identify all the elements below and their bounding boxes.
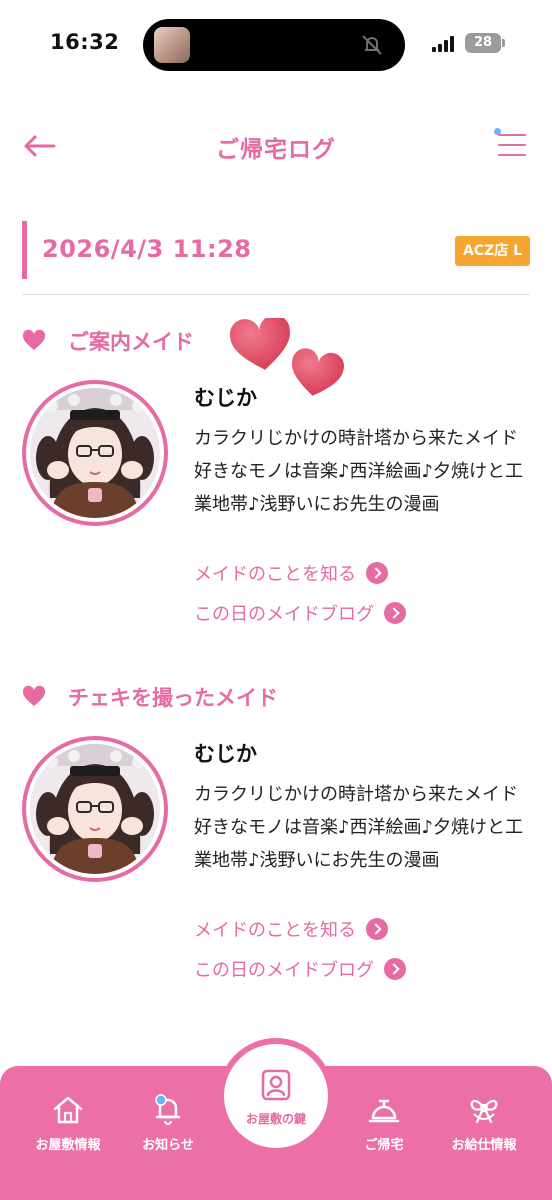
silent-bell-slash-icon [362, 35, 382, 55]
nav-label: お給仕情報 [451, 1138, 517, 1153]
visit-datetime: 2026/4/3 11:28 [42, 235, 252, 263]
maid-blog-link-label: この日のメイドブログ [194, 960, 374, 981]
store-badge: ACZ店 L [454, 236, 530, 266]
maid-intro-line: 好きなモノは音楽♪西洋絵画♪夕焼けと工業地帯♪浅野いにお先生の漫画 [194, 461, 523, 515]
page-title: ご帰宅ログ [216, 137, 336, 163]
section-title: ご案内メイド [68, 330, 194, 354]
maid-intro-line: カラクリじかけの時計塔から来たメイド [194, 784, 518, 805]
nav-label: お知らせ [142, 1138, 194, 1153]
maid-profile-link[interactable]: メイドのことを知る [194, 560, 388, 586]
maid-photo [30, 744, 160, 874]
status-bar: 16:32 28 [0, 0, 552, 92]
chevron-right-icon [384, 958, 406, 980]
divider [22, 294, 530, 295]
maid-portrait-illustration [30, 744, 160, 874]
maid-profile-link-label: メイドのことを知る [194, 564, 356, 585]
battery-indicator: 28 [465, 33, 501, 53]
bell-icon [155, 1094, 181, 1126]
status-time: 16:32 [50, 30, 120, 54]
heart-icon [22, 329, 46, 350]
nav-label: お屋敷の鍵 [245, 1112, 306, 1126]
chevron-right-icon [384, 602, 406, 624]
nav-label: お屋敷情報 [35, 1138, 101, 1153]
visit-date-section: 2026/4/3 11:28 ACZ店 L [22, 221, 530, 279]
cellular-signal-icon [432, 36, 458, 52]
nav-item-return-home[interactable]: ご帰宅 [334, 1094, 434, 1153]
maid-profile-link[interactable]: メイドのことを知る [194, 916, 388, 942]
section-title: チェキを撮ったメイド [68, 686, 278, 710]
maid-avatar[interactable] [22, 380, 168, 526]
heart-icon [22, 685, 46, 706]
app-header: ご帰宅ログ [0, 110, 552, 180]
maid-photo [30, 388, 160, 518]
maid-name: むじか [194, 386, 257, 410]
maid-intro-line: 好きなモノは音楽♪西洋絵画♪夕焼けと工業地帯♪浅野いにお先生の漫画 [194, 817, 523, 871]
maid-introduction: カラクリじかけの時計塔から来たメイド 好きなモノは音楽♪西洋絵画♪夕焼けと工業地… [194, 778, 534, 877]
maid-profile-link-label: メイドのことを知る [194, 920, 356, 941]
battery-cap [502, 39, 505, 47]
date-accent-bar [22, 221, 27, 279]
nav-item-mansion-info[interactable]: お屋敷情報 [18, 1094, 118, 1153]
dynamic-island[interactable] [143, 19, 405, 71]
chevron-right-icon [366, 918, 388, 940]
nav-item-service-info[interactable]: お給仕情報 [434, 1094, 534, 1153]
maid-intro-line: カラクリじかけの時計塔から来たメイド [194, 428, 518, 449]
maid-card: むじか カラクリじかけの時計塔から来たメイド 好きなモノは音楽♪西洋絵画♪夕焼け… [22, 380, 534, 650]
nav-item-news[interactable]: お知らせ [118, 1094, 218, 1153]
maid-blog-link-label: この日のメイドブログ [194, 604, 374, 625]
maid-portrait-illustration [30, 388, 160, 518]
maid-introduction: カラクリじかけの時計塔から来たメイド 好きなモノは音楽♪西洋絵画♪夕焼けと工業地… [194, 422, 534, 521]
nav-label: ご帰宅 [364, 1138, 404, 1153]
service-bell-icon [368, 1099, 400, 1123]
chevron-right-icon [366, 562, 388, 584]
now-playing-thumbnail [154, 27, 190, 63]
nav-item-mansion-key[interactable]: お屋敷の鍵 [218, 1038, 334, 1154]
member-card-icon [261, 1069, 291, 1101]
hamburger-menu-button[interactable] [494, 126, 530, 162]
maid-card: むじか カラクリじかけの時計塔から来たメイド 好きなモノは音楽♪西洋絵画♪夕焼け… [22, 736, 534, 1006]
ribbon-icon [470, 1099, 498, 1124]
maid-name: むじか [194, 742, 257, 766]
maid-blog-link[interactable]: この日のメイドブログ [194, 956, 406, 982]
maid-avatar[interactable] [22, 736, 168, 882]
maid-blog-link[interactable]: この日のメイドブログ [194, 600, 406, 626]
house-icon [53, 1096, 83, 1124]
